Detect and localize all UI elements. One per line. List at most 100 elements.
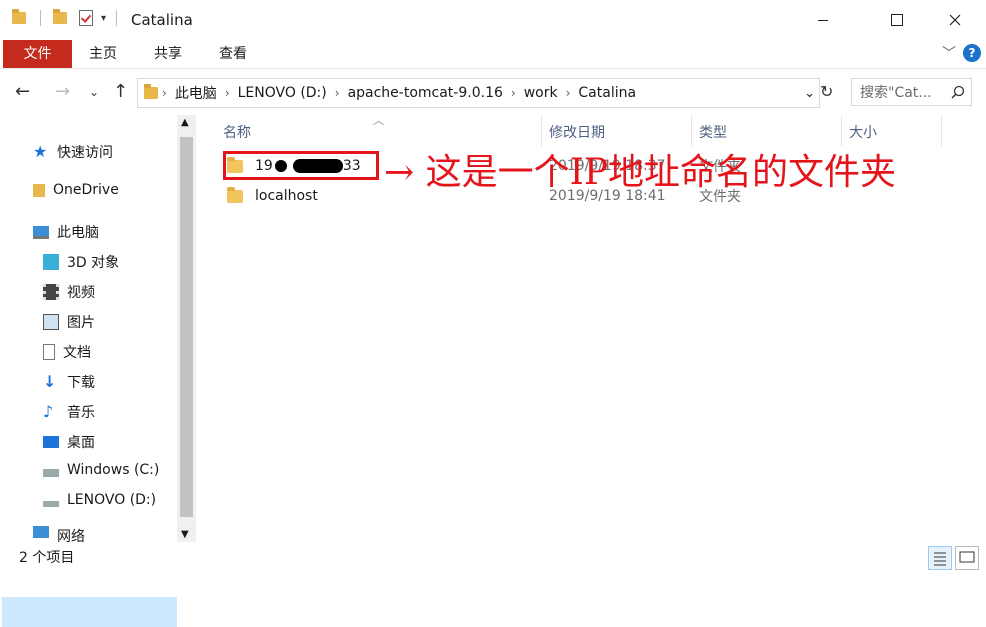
sidebar-item-3d-objects[interactable]: 3D 对象 [43, 252, 119, 272]
sidebar-item-label: 下载 [67, 375, 95, 391]
search-input[interactable]: 搜索"Cat... [851, 78, 972, 106]
sidebar-item-quick-access[interactable]: ★ 快速访问 [33, 142, 113, 162]
sidebar-item-label: 音乐 [67, 405, 95, 421]
minimize-button[interactable] [800, 0, 846, 40]
download-arrow-icon: ↓ [43, 372, 57, 391]
scrollbar-thumb[interactable] [180, 137, 193, 517]
sidebar-item-pictures[interactable]: 图片 [43, 312, 95, 332]
drive-icon [43, 501, 59, 507]
large-icons-view-button[interactable] [955, 546, 979, 570]
sidebar-item-label: 视频 [67, 285, 95, 301]
breadcrumb-separator-icon[interactable]: › [511, 86, 516, 100]
music-note-icon: ♪ [43, 402, 54, 421]
sidebar-item-windows-c[interactable]: Windows (C:) [43, 462, 159, 478]
breadcrumb-drive[interactable]: LENOVO (D:) [238, 85, 327, 101]
refresh-icon[interactable]: ↻ [820, 82, 833, 101]
scroll-up-icon[interactable]: ▲ [181, 117, 189, 128]
address-bar[interactable]: › 此电脑 › LENOVO (D:) › apache-tomcat-9.0.… [137, 78, 820, 108]
sidebar-item-label: 文档 [63, 345, 91, 361]
ribbon-expand-icon[interactable]: ﹀ [942, 43, 956, 63]
properties-icon[interactable] [79, 10, 93, 26]
sidebar-item-documents[interactable]: 文档 [43, 342, 91, 362]
folder-icon [227, 186, 243, 203]
cube-icon [43, 254, 59, 270]
recent-chevron-icon[interactable]: ⌄ [89, 85, 99, 99]
sidebar-item-downloads[interactable]: ↓ 下载 [43, 372, 95, 392]
chevron-down-icon[interactable]: ▾ [101, 13, 106, 24]
column-header-size[interactable]: 大小 [849, 122, 877, 142]
sidebar-item-music[interactable]: ♪ 音乐 [43, 402, 95, 422]
sidebar-item-label: 网络 [57, 529, 85, 542]
sidebar-item-label: 此电脑 [57, 225, 99, 241]
minimize-icon [818, 19, 828, 21]
search-icon [951, 85, 965, 99]
maximize-button[interactable] [874, 0, 920, 40]
network-icon [33, 526, 49, 538]
annotation-text: → 这是一个IP地址命名的文件夹 [384, 152, 897, 193]
sidebar-item-label: OneDrive [53, 182, 119, 198]
column-header-type[interactable]: 类型 [699, 122, 727, 142]
back-arrow-icon[interactable]: ← [15, 81, 30, 102]
breadcrumb-separator-icon[interactable]: › [225, 86, 230, 100]
sort-ascending-icon: ︿ [373, 114, 384, 127]
sidebar-item-label: 桌面 [67, 435, 95, 451]
divider [841, 116, 842, 146]
breadcrumb-catalina[interactable]: Catalina [578, 85, 636, 101]
up-arrow-icon[interactable]: ↑ [113, 81, 128, 102]
column-header-date[interactable]: 修改日期 [549, 122, 605, 142]
star-icon: ★ [33, 142, 48, 161]
scroll-down-icon[interactable]: ▼ [181, 529, 189, 540]
close-icon [949, 14, 961, 26]
help-button[interactable]: ? [963, 44, 981, 62]
quick-access-toolbar: ▾ [12, 9, 118, 26]
tab-file[interactable]: 文件 [3, 40, 72, 68]
status-item-count: 2 个项目 [19, 550, 75, 566]
breadcrumb-separator-icon[interactable]: › [162, 86, 167, 100]
sidebar-item-network[interactable]: 网络 [33, 526, 85, 542]
breadcrumb-work[interactable]: work [524, 85, 558, 101]
tab-view[interactable]: 查看 [219, 40, 247, 68]
sidebar-scrollbar[interactable]: ▲ ▼ [177, 115, 196, 542]
sidebar-item-videos[interactable]: 视频 [43, 282, 95, 302]
annotation-highlight-box [223, 151, 379, 180]
breadcrumb-this-pc[interactable]: 此电脑 [175, 83, 217, 103]
details-view-icon [934, 552, 946, 566]
sidebar-item-desktop[interactable]: 桌面 [43, 432, 95, 452]
divider [116, 10, 118, 26]
sidebar-item-this-pc[interactable]: 此电脑 [33, 222, 99, 242]
title-bar: ▾ Catalina [0, 0, 986, 40]
sidebar-item-label: Windows (C:) [67, 462, 160, 478]
breadcrumb-separator-icon[interactable]: › [566, 86, 571, 100]
close-button[interactable] [932, 0, 978, 40]
forward-arrow-icon[interactable]: → [55, 81, 70, 102]
search-placeholder: 搜索"Cat... [860, 85, 932, 101]
file-name: localhost [255, 188, 318, 204]
divider [40, 10, 41, 26]
new-folder-icon[interactable] [53, 9, 67, 24]
folder-icon [144, 84, 158, 99]
divider [941, 116, 942, 146]
address-row: ← → ⌄ ↑ › 此电脑 › LENOVO (D:) › apache-tom… [0, 73, 986, 111]
folder-icon [12, 9, 26, 24]
large-icons-view-icon [959, 551, 975, 563]
breadcrumb-separator-icon[interactable]: › [335, 86, 340, 100]
sidebar-item-label: LENOVO (D:) [67, 492, 157, 508]
tab-home[interactable]: 主页 [89, 40, 117, 68]
address-dropdown-icon[interactable]: ⌄ [804, 86, 815, 101]
details-view-button[interactable] [928, 546, 952, 570]
sidebar-item-label: 图片 [67, 315, 95, 331]
tab-share[interactable]: 共享 [154, 40, 182, 68]
sidebar-item-label: 快速访问 [57, 145, 113, 161]
windows-drive-icon [43, 469, 59, 477]
column-header-name[interactable]: 名称 [223, 122, 251, 142]
divider [691, 116, 692, 146]
document-icon [43, 344, 55, 360]
sidebar-item-lenovo-d[interactable]: LENOVO (D:) [43, 492, 156, 508]
breadcrumb-tomcat[interactable]: apache-tomcat-9.0.16 [348, 85, 503, 101]
selected-nav-highlight [2, 597, 177, 627]
computer-icon [33, 225, 49, 239]
sidebar-item-onedrive[interactable]: OneDrive [33, 182, 119, 198]
ribbon: 文件 主页 共享 查看 ﹀ ? [0, 40, 986, 69]
window-title: Catalina [131, 11, 193, 29]
navigation-pane: ★ 快速访问 OneDrive 此电脑 3D 对象 视频 图片 文档 ↓ 下载 … [0, 112, 198, 627]
